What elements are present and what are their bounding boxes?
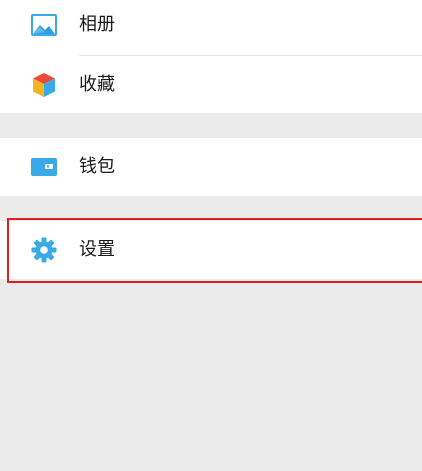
- gear-icon: [29, 235, 59, 265]
- wallet-icon: [29, 152, 59, 182]
- menu-item-settings[interactable]: 设置: [0, 221, 422, 279]
- menu-item-label: 相册: [79, 14, 115, 35]
- menu-item-wallet[interactable]: 钱包: [0, 138, 422, 196]
- menu-item-label: 钱包: [79, 156, 115, 177]
- menu-group-3: 设置: [0, 221, 422, 279]
- menu-item-favorites[interactable]: 收藏: [0, 56, 422, 114]
- menu-item-label: 收藏: [79, 74, 115, 95]
- menu-item-album[interactable]: 相册: [0, 0, 422, 54]
- menu-item-label: 设置: [79, 239, 115, 260]
- menu-group-1: 相册 收藏: [0, 0, 422, 113]
- favorites-icon: [29, 70, 59, 100]
- album-icon: [29, 10, 59, 40]
- menu-group-2: 钱包: [0, 138, 422, 196]
